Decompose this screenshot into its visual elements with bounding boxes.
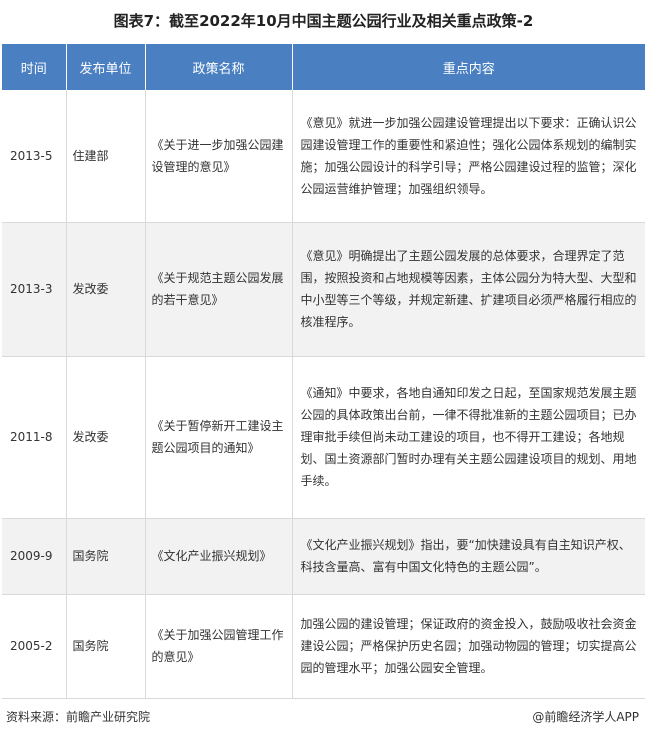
cell-unit: 国务院 bbox=[66, 518, 146, 595]
cell-key-content: 《意见》就进一步加强公园建设管理提出以下要求：正确认识公园建设管理工作的重要性和… bbox=[292, 90, 645, 223]
table-header-row: 时间 发布单位 政策名称 重点内容 bbox=[2, 44, 645, 90]
cell-time: 2005-2 bbox=[2, 594, 67, 699]
cell-key-content: 《意见》明确提出了主题公园发展的总体要求，合理界定了范围，按照投资和占地规模等因… bbox=[292, 222, 645, 357]
cell-unit: 发改委 bbox=[66, 222, 146, 357]
source-note: 资料来源：前瞻产业研究院 bbox=[6, 710, 151, 724]
cell-unit: 发改委 bbox=[66, 356, 146, 519]
header-unit: 发布单位 bbox=[66, 44, 146, 90]
cell-key-content: 加强公园的建设管理；保证政府的资金投入，鼓励吸收社会资金建设公园；严格保护历史名… bbox=[292, 594, 645, 699]
cell-policy-name: 《关于加强公园管理工作的意见》 bbox=[145, 594, 293, 699]
table-row: 2005-2 国务院 《关于加强公园管理工作的意见》 加强公园的建设管理；保证政… bbox=[2, 594, 645, 699]
cell-key-content: 《通知》中要求，各地自通知印发之日起，至国家规范发展主题公园的具体政策出台前，一… bbox=[292, 356, 645, 519]
cell-time: 2013-5 bbox=[2, 90, 67, 223]
cell-policy-name: 《关于暂停新开工建设主题公园项目的通知》 bbox=[145, 356, 293, 519]
cell-unit: 住建部 bbox=[66, 90, 146, 223]
cell-key-content: 《文化产业振兴规划》指出，要“加快建设具有自主知识产权、科技含量高、富有中国文化… bbox=[292, 518, 645, 595]
cell-time: 2011-8 bbox=[2, 356, 67, 519]
policy-table: 时间 发布单位 政策名称 重点内容 2013-5 住建部 《关于进一步加强公园建… bbox=[2, 44, 645, 699]
cell-policy-name: 《文化产业振兴规划》 bbox=[145, 518, 293, 595]
table-row: 2011-8 发改委 《关于暂停新开工建设主题公园项目的通知》 《通知》中要求，… bbox=[2, 356, 645, 519]
page-title: 图表7：截至2022年10月中国主题公园行业及相关重点政策-2 bbox=[113, 12, 534, 30]
cell-time: 2009-9 bbox=[2, 518, 67, 595]
cell-policy-name: 《关于规范主题公园发展的若干意见》 bbox=[145, 222, 293, 357]
header-time: 时间 bbox=[2, 44, 67, 90]
table-row: 2013-5 住建部 《关于进一步加强公园建设管理的意见》 《意见》就进一步加强… bbox=[2, 90, 645, 223]
header-key-content: 重点内容 bbox=[292, 44, 645, 90]
table-row: 2013-3 发改委 《关于规范主题公园发展的若干意见》 《意见》明确提出了主题… bbox=[2, 222, 645, 357]
cell-time: 2013-3 bbox=[2, 222, 67, 357]
cell-policy-name: 《关于进一步加强公园建设管理的意见》 bbox=[145, 90, 293, 223]
cell-unit: 国务院 bbox=[66, 594, 146, 699]
table-row: 2009-9 国务院 《文化产业振兴规划》 《文化产业振兴规划》指出，要“加快建… bbox=[2, 518, 645, 595]
header-policy-name: 政策名称 bbox=[145, 44, 293, 90]
credit-note: @前瞻经济学人APP bbox=[532, 710, 639, 724]
